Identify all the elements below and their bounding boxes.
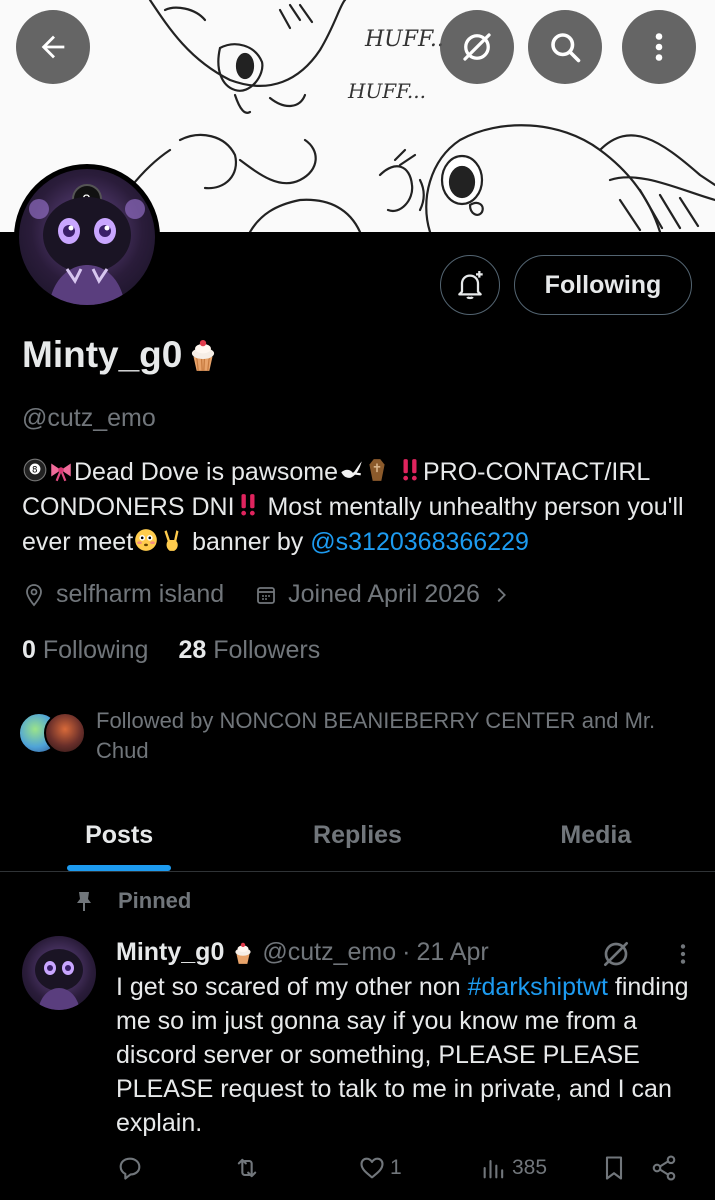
location-pin-icon [26, 583, 42, 606]
display-name-text: Minty_g0 [22, 334, 183, 375]
victory-hand-icon [164, 530, 179, 551]
more-vertical-icon [680, 944, 686, 964]
display-name: Minty_g0 [22, 334, 222, 376]
double-exclamation-icon [403, 459, 417, 481]
tab-replies[interactable]: Replies [238, 800, 476, 871]
post-author-handle[interactable]: @cutz_emo [262, 938, 396, 967]
pin-icon [77, 892, 91, 911]
reply-button[interactable] [116, 1154, 144, 1182]
post-author-name[interactable]: Minty_g0 [116, 938, 224, 967]
followers-count: 28 [178, 636, 207, 664]
grok-button[interactable] [440, 10, 514, 84]
notifications-button[interactable] [440, 255, 500, 315]
profile-tabs: Posts Replies Media [0, 800, 715, 872]
banner-huff-2: HUFF... [347, 79, 426, 103]
post-avatar-illustration [35, 949, 83, 1010]
post-avatar[interactable] [22, 936, 96, 1010]
post-separator: · [402, 938, 411, 966]
svg-text:8: 8 [32, 466, 38, 476]
bio-text-1: Dead Dove is pawsome [74, 458, 339, 486]
arrow-left-icon [41, 35, 65, 59]
views-icon [483, 1159, 504, 1179]
8-ball-icon: 8 [23, 458, 47, 482]
dove-icon [341, 461, 362, 478]
heart-icon [360, 1157, 384, 1179]
ribbon-icon [51, 463, 71, 482]
tab-replies-label: Replies [313, 821, 402, 849]
active-tab-indicator [67, 865, 172, 871]
follower-avatar [44, 712, 86, 754]
banner-huff-1: HUFF.. [364, 27, 444, 52]
coffin-icon [369, 459, 385, 481]
avatar-illustration: 8 [29, 184, 145, 305]
bell-plus-icon [458, 271, 483, 300]
profile-handle: @cutz_emo [22, 404, 156, 432]
follow-counts: 0 Following 28 Followers [22, 636, 320, 665]
calendar-icon [257, 586, 276, 604]
profile-location: selfharm island [22, 580, 224, 609]
profile-avatar[interactable]: 8 [14, 164, 160, 310]
flushed-face-icon [135, 529, 158, 551]
grok-icon [604, 942, 628, 966]
post-date[interactable]: 21 Apr [416, 938, 488, 967]
following-label: Following [42, 636, 149, 664]
double-exclamation-icon [240, 494, 255, 516]
tab-media[interactable]: Media [477, 800, 715, 871]
cupcake-icon [192, 339, 215, 371]
cupcake-icon [235, 942, 251, 964]
reply-icon [119, 1157, 141, 1180]
profile-bio: 8 Dead Dove is pawsome PRO-CONTACT/IRL CO… [22, 455, 702, 560]
followers-label: Followers [213, 636, 321, 664]
more-vertical-icon [655, 33, 663, 61]
tab-media-label: Media [560, 821, 632, 849]
followed-by-avatars [18, 712, 88, 762]
back-button[interactable] [16, 10, 90, 84]
share-icon [652, 1155, 676, 1181]
tab-posts[interactable]: Posts [0, 800, 238, 871]
search-icon [551, 33, 581, 63]
profile-joined[interactable]: Joined April 2026 [254, 580, 512, 609]
pinned-label: Pinned [118, 888, 192, 913]
post-text: I get so scared of my other non #darkshi… [116, 970, 701, 1140]
more-button[interactable] [622, 10, 696, 84]
joined-text: Joined April 2026 [288, 580, 480, 608]
following-count: 0 [22, 636, 36, 664]
grok-icon [463, 33, 491, 61]
post-header: Minty_g0 @cutz_emo · 21 Apr [116, 938, 489, 967]
bookmark-button[interactable] [600, 1154, 628, 1182]
tab-posts-label: Posts [85, 821, 154, 849]
post-actions: 1 385 [116, 1150, 696, 1190]
like-button[interactable]: 1 [358, 1154, 402, 1182]
chevron-right-icon [497, 587, 506, 602]
share-button[interactable] [650, 1154, 678, 1182]
profile-meta: selfharm island Joined April 2026 [22, 580, 512, 609]
location-text: selfharm island [56, 580, 225, 608]
views-button[interactable]: 385 [480, 1154, 547, 1182]
post-text-1: I get so scared of my other non [116, 973, 468, 1001]
post-hashtag[interactable]: #darkshiptwt [468, 973, 608, 1001]
like-count: 1 [390, 1156, 402, 1179]
repost-icon [237, 1158, 257, 1178]
repost-button[interactable] [232, 1154, 262, 1182]
bookmark-icon [605, 1156, 623, 1180]
pinned-indicator: Pinned [72, 888, 191, 914]
search-button[interactable] [528, 10, 602, 84]
followed-by-text: Followed by NONCON BEANIEBERRY CENTER an… [96, 708, 656, 763]
post-more-button[interactable] [670, 940, 696, 973]
bio-mention-link[interactable]: @s3120368366229 [310, 528, 529, 556]
followed-by[interactable]: Followed by NONCON BEANIEBERRY CENTER an… [18, 706, 676, 766]
following-button[interactable]: Following [514, 255, 692, 315]
bio-text-4: banner by [185, 528, 311, 556]
followers-count-link[interactable]: 28 Followers [178, 636, 320, 665]
views-count: 385 [512, 1156, 548, 1179]
following-count-link[interactable]: 0 Following [22, 636, 148, 665]
